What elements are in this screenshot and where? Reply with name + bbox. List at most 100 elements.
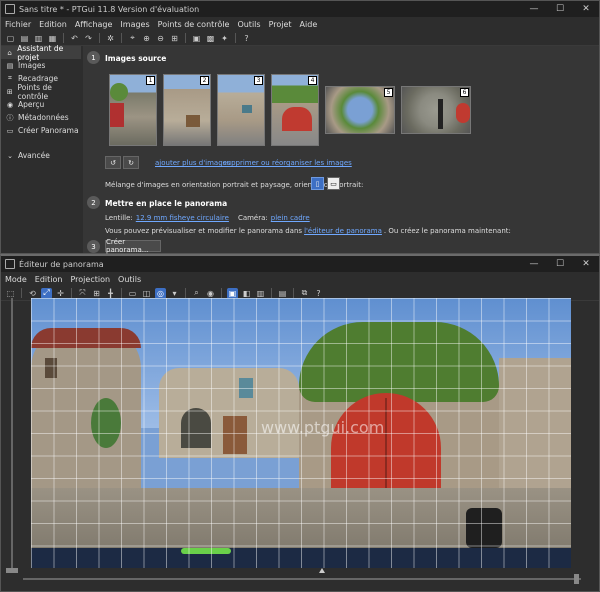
- center-icon[interactable]: ╋: [105, 288, 116, 299]
- info-icon: ⓘ: [6, 113, 14, 122]
- save-as-icon[interactable]: ▦: [47, 33, 58, 44]
- remove-images-link[interactable]: supprimer ou réorganiser les images: [223, 159, 352, 167]
- undo-icon[interactable]: ↶: [69, 33, 80, 44]
- split-view-icon[interactable]: ◧: [241, 288, 252, 299]
- thumbnail-1[interactable]: 1: [109, 74, 157, 146]
- sidebar-item-avancee[interactable]: ⌄ Avancée: [1, 149, 81, 162]
- editor-help-icon[interactable]: ?: [313, 288, 324, 299]
- editor-app-icon: [5, 259, 15, 269]
- step-2-badge: 2: [87, 196, 100, 209]
- thumbnail-2[interactable]: 2: [163, 74, 211, 146]
- lens-label: Lentille:: [105, 214, 133, 222]
- menu-edition-editor[interactable]: Edition: [35, 275, 63, 284]
- vertical-fov-slider[interactable]: [11, 298, 13, 568]
- zoom-icon[interactable]: ⌕: [191, 288, 202, 299]
- layout-icon[interactable]: ▩: [205, 33, 216, 44]
- horizontal-fov-slider[interactable]: [23, 578, 581, 580]
- step-1-title: Images source: [105, 54, 167, 63]
- main-toolbar: ▢ ▤ ▥ ▦ ↶ ↷ ✲ ⌖ ⊕ ⊖ ⊞ ▣ ▩ ✦ ?: [1, 31, 599, 46]
- copy-icon[interactable]: ⧉: [299, 288, 310, 299]
- close-button[interactable]: ✕: [573, 4, 599, 14]
- main-window: Sans titre * - PTGui 11.8 Version d'éval…: [0, 0, 600, 254]
- camera-label: Caméra:: [237, 214, 268, 222]
- rotate-tool-icon[interactable]: ⟲: [27, 288, 38, 299]
- help-icon[interactable]: ?: [241, 33, 252, 44]
- editor-close-button[interactable]: ✕: [573, 259, 599, 269]
- projection-dropdown-icon[interactable]: ▾: [169, 288, 180, 299]
- thumbnail-6[interactable]: 6: [401, 86, 471, 134]
- vertical-slider-handle[interactable]: [6, 568, 18, 573]
- chevron-down-icon: ⌄: [7, 151, 13, 160]
- menu-outils[interactable]: Outils: [237, 20, 260, 29]
- cp-tool-icon[interactable]: ⌖: [127, 33, 138, 44]
- menu-fichier[interactable]: Fichier: [5, 20, 31, 29]
- thumbnail-5[interactable]: 5: [325, 86, 395, 134]
- menu-outils-editor[interactable]: Outils: [118, 275, 141, 284]
- redo-icon[interactable]: ↷: [83, 33, 94, 44]
- bulb-icon[interactable]: ✦: [219, 33, 230, 44]
- zoom-out-icon[interactable]: ⊖: [155, 33, 166, 44]
- fit-icon[interactable]: ⤧: [77, 288, 88, 299]
- save-icon[interactable]: ▥: [33, 33, 44, 44]
- thumbnail-4[interactable]: 4: [271, 74, 319, 146]
- menu-projection[interactable]: Projection: [70, 275, 110, 284]
- sidebar: ⌂ Assistant de projet ▤ Images ⌗ Recadra…: [1, 44, 81, 253]
- editor-title: Éditeur de panorama: [19, 259, 104, 269]
- panorama-editor-icon[interactable]: ▣: [191, 33, 202, 44]
- info-panel-icon[interactable]: ▤: [277, 288, 288, 299]
- lens-link[interactable]: 12.9 mm fisheye circulaire: [136, 214, 229, 222]
- cylindrical-projection-icon[interactable]: ◫: [141, 288, 152, 299]
- step-2-title: Mettre en place le panorama: [105, 199, 228, 208]
- rect-projection-icon[interactable]: ▭: [127, 288, 138, 299]
- select-tool-icon[interactable]: ⬚: [5, 288, 16, 299]
- cp-table-icon[interactable]: ⊞: [169, 33, 180, 44]
- minimize-button[interactable]: —: [521, 4, 547, 14]
- editor-minimize-button[interactable]: —: [521, 259, 547, 269]
- equirect-projection-icon[interactable]: ◎: [155, 287, 166, 299]
- preview-info: Vous pouvez prévisualiser et modifier le…: [105, 227, 511, 235]
- mix-orientation-text: Mélange d'images en orientation portrait…: [105, 181, 364, 189]
- horizontal-slider-handle[interactable]: [574, 574, 579, 584]
- menu-mode[interactable]: Mode: [5, 275, 27, 284]
- maximize-button[interactable]: ☐: [547, 4, 573, 14]
- rotate-left-button[interactable]: ↺: [105, 156, 121, 169]
- editor-maximize-button[interactable]: ☐: [547, 259, 573, 269]
- rotate-right-button[interactable]: ↻: [123, 156, 139, 169]
- create-icon: ▭: [6, 126, 14, 135]
- new-project-icon[interactable]: ▢: [5, 33, 16, 44]
- numbers-icon[interactable]: ▣: [227, 287, 238, 299]
- sidebar-item-metadonnees[interactable]: ⓘ Métadonnées: [1, 111, 81, 124]
- camera-link[interactable]: plein cadre: [271, 214, 310, 222]
- wizard-icon: ⌂: [7, 48, 12, 57]
- editor-menubar: Mode Edition Projection Outils: [1, 272, 599, 286]
- sidebar-item-points-controle[interactable]: ⊞ Points de contrôle: [1, 83, 81, 101]
- panorama-preview[interactable]: www.ptgui.com: [31, 298, 571, 568]
- editor-titlebar: Éditeur de panorama — ☐ ✕: [1, 256, 599, 272]
- menu-edition[interactable]: Edition: [39, 20, 67, 29]
- menu-points-controle[interactable]: Points de contrôle: [158, 20, 230, 29]
- book-icon[interactable]: ▥: [255, 288, 266, 299]
- create-panorama-button[interactable]: Créer panorama...: [105, 238, 161, 254]
- drag-tool-icon[interactable]: ⤢: [41, 287, 52, 299]
- thumbnail-3[interactable]: 3: [217, 74, 265, 146]
- menu-projet[interactable]: Projet: [269, 20, 292, 29]
- portrait-orientation-button[interactable]: ▯: [311, 177, 324, 190]
- sidebar-item-assistant[interactable]: ⌂ Assistant de projet: [1, 44, 81, 62]
- sidebar-item-creer-panorama[interactable]: ▭ Créer Panorama: [1, 124, 81, 137]
- preview-eye-icon[interactable]: ◉: [205, 288, 216, 299]
- menu-affichage[interactable]: Affichage: [75, 20, 113, 29]
- control-points-icon: ⊞: [6, 87, 13, 96]
- open-project-icon[interactable]: ▤: [19, 33, 30, 44]
- grid-icon[interactable]: ⊞: [91, 288, 102, 299]
- app-icon: [5, 4, 15, 14]
- panorama-editor-link[interactable]: l'éditeur de panorama: [304, 227, 382, 235]
- preview-text-2: . Ou créez le panorama maintenant:: [383, 227, 511, 235]
- zoom-in-icon[interactable]: ⊕: [141, 33, 152, 44]
- settings-icon[interactable]: ✲: [105, 33, 116, 44]
- add-images-link[interactable]: ajouter plus d'images: [155, 159, 231, 167]
- menu-images[interactable]: Images: [120, 20, 149, 29]
- landscape-orientation-button[interactable]: ▭: [327, 177, 340, 190]
- menu-aide[interactable]: Aide: [300, 20, 318, 29]
- menubar: Fichier Edition Affichage Images Points …: [1, 17, 599, 31]
- move-tool-icon[interactable]: ✛: [55, 288, 66, 299]
